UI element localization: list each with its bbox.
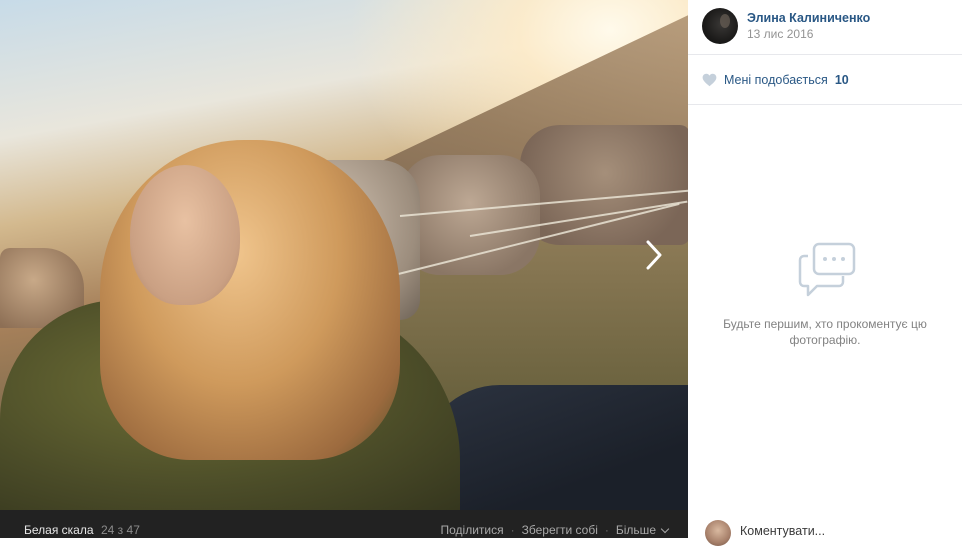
photo-legs	[420, 385, 688, 510]
separator-dot: ·	[510, 523, 515, 537]
photo-viewer: Белая скала 24 з 47 Поділитися · Зберегт…	[0, 0, 688, 538]
save-to-self-button[interactable]: Зберегти собі	[522, 523, 598, 537]
no-comments-text: Будьте першим, хто прокоментує цю фотогр…	[723, 317, 927, 347]
like-button[interactable]: Мені подобається 10	[702, 72, 849, 88]
separator-dot: ·	[604, 523, 609, 537]
photo-bottom-bar: Белая скала 24 з 47 Поділитися · Зберегт…	[0, 510, 688, 538]
author-name-link[interactable]: Элина Калиниченко	[747, 11, 870, 25]
heart-icon	[702, 73, 717, 87]
comment-bar: Коментувати...	[688, 514, 962, 546]
album-name-link[interactable]: Белая скала	[24, 523, 94, 537]
comment-input[interactable]: Коментувати...	[740, 524, 825, 538]
more-button[interactable]: Більше	[615, 523, 670, 537]
like-count[interactable]: 10	[835, 73, 849, 87]
author-avatar[interactable]	[702, 8, 738, 44]
more-button-label: Більше	[615, 523, 656, 537]
post-header: Элина Калиниченко 13 лис 2016	[688, 0, 962, 55]
chevron-right-icon	[646, 240, 662, 270]
comments-icon	[798, 242, 856, 297]
side-panel: Элина Калиниченко 13 лис 2016 Мені подоб…	[688, 0, 962, 546]
photo-image[interactable]	[0, 0, 688, 510]
photo-rock	[520, 125, 688, 245]
like-label: Мені подобається	[724, 73, 828, 87]
photo-actions: Поділитися · Зберегти собі · Більше	[441, 523, 670, 537]
photo-face	[130, 165, 240, 305]
next-photo-button[interactable]	[640, 238, 668, 272]
post-date[interactable]: 13 лис 2016	[747, 27, 813, 41]
share-button[interactable]: Поділитися	[441, 523, 504, 537]
photo-counter: 24 з 47	[101, 523, 140, 537]
chevron-down-icon	[660, 524, 670, 534]
current-user-avatar	[705, 520, 731, 546]
divider	[688, 104, 962, 105]
